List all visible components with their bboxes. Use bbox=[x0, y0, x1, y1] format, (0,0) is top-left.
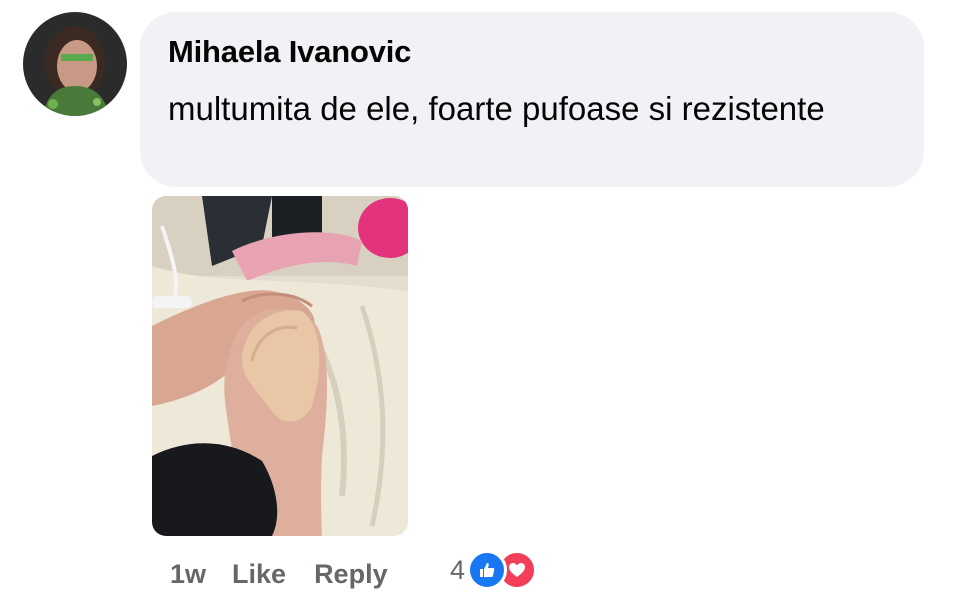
comment-bubble: Mihaela Ivanovic multumita de ele, foart… bbox=[140, 12, 924, 187]
reactions-summary[interactable]: 4 bbox=[450, 550, 538, 590]
comment-photo[interactable] bbox=[152, 196, 408, 536]
reaction-count: 4 bbox=[450, 554, 466, 585]
like-button[interactable]: Like bbox=[232, 559, 286, 590]
like-icon bbox=[467, 550, 508, 590]
comment: Mihaela Ivanovic multumita de ele, foart… bbox=[0, 0, 971, 600]
reply-button[interactable]: Reply bbox=[314, 559, 388, 590]
comment-timestamp[interactable]: 1w bbox=[170, 559, 206, 590]
author-name[interactable]: Mihaela Ivanovic bbox=[168, 34, 411, 70]
reaction-icons bbox=[467, 550, 538, 590]
comment-actions: 1w Like Reply bbox=[170, 554, 416, 594]
avatar[interactable] bbox=[23, 12, 127, 116]
comment-text: multumita de ele, foarte pufoase si rezi… bbox=[168, 90, 825, 127]
